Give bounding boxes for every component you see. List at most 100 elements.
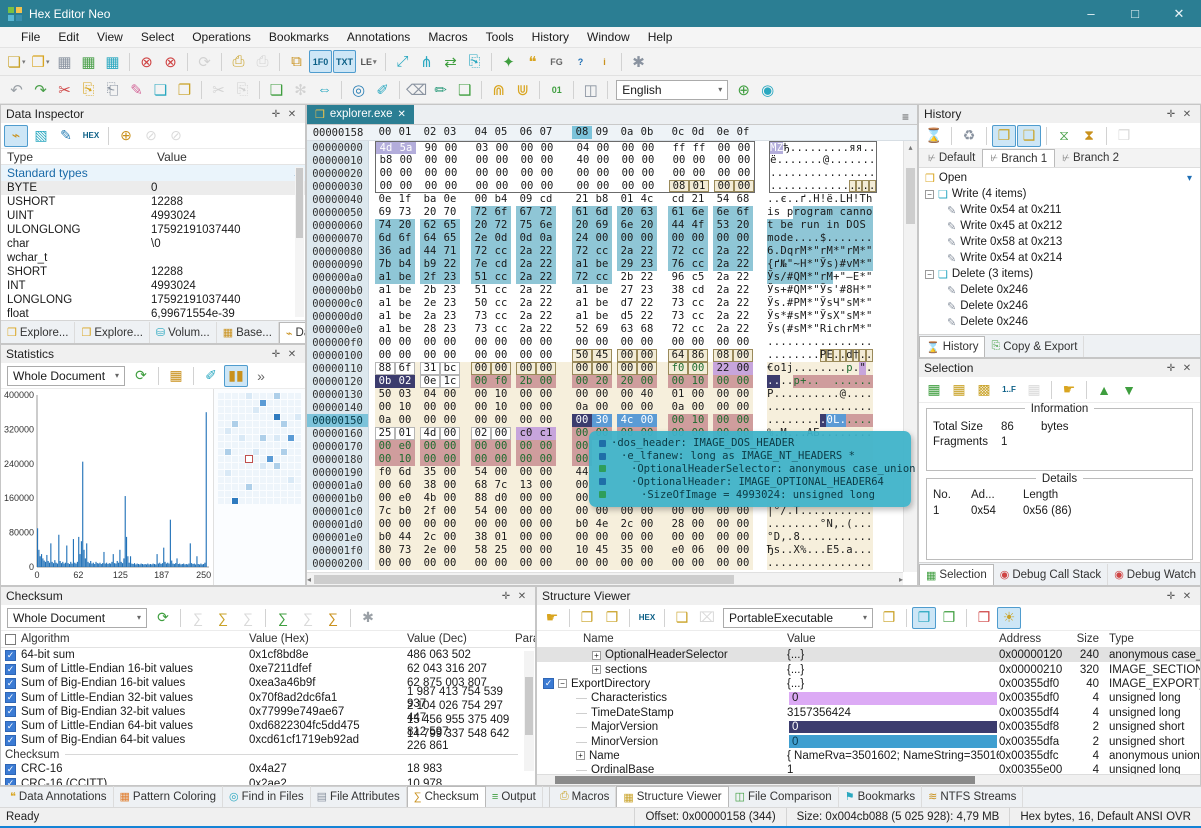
history-item[interactable]: ✎Delete 0x246 — [919, 298, 1200, 314]
checkbox-checked[interactable]: ✓ — [5, 650, 16, 661]
pin-icon[interactable]: ✛ — [1163, 591, 1179, 602]
checkbox-checked[interactable]: ✓ — [5, 735, 16, 746]
hex-row-00000200[interactable]: 0000020000000000000000000000000000000000… — [307, 557, 917, 570]
redo-to-point-icon[interactable]: ⧗ — [1077, 125, 1101, 147]
overflow-icon[interactable]: » — [249, 365, 273, 387]
little-endian-toggle-icon[interactable]: LE▾ — [357, 50, 380, 73]
hex-row-000000f0[interactable]: 000000f000000000000000000000000000000000… — [307, 336, 917, 349]
save-as-icon[interactable]: ▦ — [101, 50, 124, 73]
run-macro-icon[interactable]: ⎙ — [227, 50, 250, 73]
auto-sync-icon[interactable]: ❐ — [912, 607, 936, 629]
clear-history-icon[interactable]: ♻ — [957, 125, 981, 147]
link-views-icon[interactable]: ⧉ — [285, 50, 308, 73]
hex-row-00000150[interactable]: 000001500a0000000000000000304c0000100000… — [307, 414, 917, 427]
language-user-icon[interactable]: ◉ — [756, 78, 779, 101]
dock-tab-file-attributes[interactable]: ▤File Attributes — [311, 786, 407, 807]
group-header-standard-types[interactable]: Standard types▴ — [1, 165, 305, 181]
dock-tab-volum-[interactable]: ⛁Volum... — [150, 322, 217, 343]
close-icon[interactable]: ✕ — [1179, 109, 1195, 120]
structure-hints-icon[interactable]: ☀ — [997, 607, 1021, 629]
attach-structure-icon[interactable]: ❐ — [575, 607, 599, 629]
menu-tools[interactable]: Tools — [477, 29, 523, 45]
dock-tab-history[interactable]: ⌛History — [919, 336, 985, 357]
pin-icon[interactable]: ✛ — [1163, 109, 1179, 120]
new-branch-icon[interactable]: ❑ — [1017, 125, 1041, 147]
find-replace-icon[interactable]: ✐ — [371, 78, 394, 101]
hand-select-icon[interactable]: ☛ — [1057, 379, 1081, 401]
edit-pencil-icon[interactable]: ✎ — [125, 78, 148, 101]
save-selection-icon[interactable]: ▲ — [1092, 379, 1116, 401]
close-tab-icon[interactable]: ✕ — [398, 109, 406, 120]
close-icon[interactable]: ✕ — [514, 591, 530, 602]
font-glyphs-icon[interactable]: FG — [545, 50, 568, 73]
detach-structure-icon[interactable]: ❐ — [600, 607, 624, 629]
pin-icon[interactable]: ✛ — [498, 591, 514, 602]
menu-help[interactable]: Help — [639, 29, 682, 45]
new-document-icon[interactable]: ❏▾ — [5, 50, 28, 73]
change-bytes-per-row-icon[interactable]: ⇔ — [313, 78, 336, 101]
dock-tab-pattern-coloring[interactable]: ▦Pattern Coloring — [114, 786, 224, 807]
block-heatmap[interactable] — [214, 389, 305, 585]
dock-tab-output[interactable]: ≡Output — [486, 786, 543, 807]
panel-menu-icon[interactable]: ≡ — [894, 110, 917, 124]
maximize-button[interactable]: □ — [1113, 0, 1157, 27]
dock-tab-data-[interactable]: ⌁Data... — [279, 322, 305, 343]
expander-icon[interactable]: − — [925, 270, 934, 279]
undo-to-point-icon[interactable]: ⧖ — [1052, 125, 1076, 147]
unlock-icon[interactable]: ⋓ — [511, 78, 534, 101]
fit-to-window-icon[interactable]: ⤢ — [391, 50, 414, 73]
hex-row-00000020[interactable]: 0000002000000000000000000000000000000000… — [307, 167, 917, 180]
branch-tab-default[interactable]: ⊬Default — [921, 149, 982, 167]
hex-row-000000a0[interactable]: 000000a0a1be2f2351cc2a2272cc2b2296c52a22… — [307, 271, 917, 284]
save-icon[interactable]: ▦ — [53, 50, 76, 73]
history-item[interactable]: ❒Open▾ — [919, 170, 1200, 186]
hex-row-00000140[interactable]: 0000014000100000001000000a0000000a000000… — [307, 401, 917, 414]
add-algorithm-icon[interactable]: ∑ — [271, 607, 295, 629]
checksum-row[interactable]: ✓Sum of Big-Endian 64-bit values0xcd61cf… — [1, 733, 535, 747]
dock-tab-base-[interactable]: ▦Base... — [217, 322, 279, 343]
export-structure-icon[interactable]: ❑ — [670, 607, 694, 629]
hex-row-00000000[interactable]: 000000004d5a90000300000004000000ffff0000… — [307, 141, 917, 154]
inspector-row-BYTE[interactable]: BYTE0 — [1, 181, 305, 195]
select-all-checkbox[interactable] — [5, 634, 16, 645]
dock-tab-macros[interactable]: ⎙Macros — [554, 786, 617, 807]
history-item[interactable]: ✎Write 0x54 at 0x211 — [919, 202, 1200, 218]
structure-row-Characteristics[interactable]: Characteristics00x00355df04unsigned long — [537, 691, 1200, 705]
show-branches-icon[interactable]: ❐ — [992, 125, 1016, 147]
add-language-icon[interactable]: ⊕ — [732, 78, 755, 101]
paste-icon[interactable]: ⎗ — [101, 78, 124, 101]
inspector-row-char[interactable]: char\0 — [1, 237, 305, 251]
history-item[interactable]: ✎Write 0x45 at 0x212 — [919, 218, 1200, 234]
validate-icon[interactable]: ❐ — [972, 607, 996, 629]
history-item[interactable]: ✎Write 0x54 at 0x214 — [919, 250, 1200, 266]
menu-select[interactable]: Select — [132, 29, 183, 45]
checksum-row[interactable]: ✓CRC-16 (CCITT)0x2ae210 978 — [1, 777, 535, 786]
structure-row-MinorVersion[interactable]: MinorVersion00x00355dfa2unsigned short — [537, 734, 1200, 748]
history-item[interactable]: −❏Delete (3 items) — [919, 266, 1200, 282]
integer-display-toggle-icon[interactable]: 1F0 — [309, 50, 332, 73]
inspector-row-USHORT[interactable]: USHORT12288 — [1, 195, 305, 209]
hex-row-00000120[interactable]: 000001200b020e1c00f02b000020200000100000… — [307, 375, 917, 388]
expander-icon[interactable]: − — [558, 679, 567, 688]
minimize-button[interactable]: – — [1069, 0, 1113, 27]
torch-icon[interactable]: ⌁ — [4, 125, 28, 147]
menu-file[interactable]: File — [12, 29, 49, 45]
checksum-row[interactable]: ✓64-bit sum0x1cf8bd8e486 063 502 — [1, 648, 535, 662]
expander-icon[interactable]: − — [925, 190, 934, 199]
hex-row-000001f0[interactable]: 000001f080732e005825000010453500e0060000… — [307, 544, 917, 557]
load-selection-icon[interactable]: ▼ — [1117, 379, 1141, 401]
hex-values-toggle-icon[interactable]: HEX — [635, 607, 659, 629]
scrollbar[interactable] — [524, 651, 534, 771]
dock-tab-copy-export[interactable]: ⎘Copy & Export — [985, 336, 1084, 357]
pencil-ruler-icon[interactable]: ✏ — [429, 78, 452, 101]
dock-tab-debug-watch[interactable]: ◉Debug Watch — [1108, 564, 1200, 585]
hex-row-000001e0[interactable]: 000001e0b0442c00380100000000000000000000… — [307, 531, 917, 544]
binary-view-icon[interactable]: 01 — [545, 78, 568, 101]
inspector-row-ULONGLONG[interactable]: ULONGLONG17592191037440 — [1, 223, 305, 237]
expander-icon[interactable]: + — [576, 751, 585, 760]
save-special-icon[interactable]: ▦ — [77, 50, 100, 73]
history-item[interactable]: −❏Write (4 items) — [919, 186, 1200, 202]
chevron-down-icon[interactable]: ▾ — [1187, 173, 1192, 184]
dock-tab-bookmarks[interactable]: ⚑Bookmarks — [839, 786, 922, 807]
close-all-documents-icon[interactable]: ⊗ — [159, 50, 182, 73]
